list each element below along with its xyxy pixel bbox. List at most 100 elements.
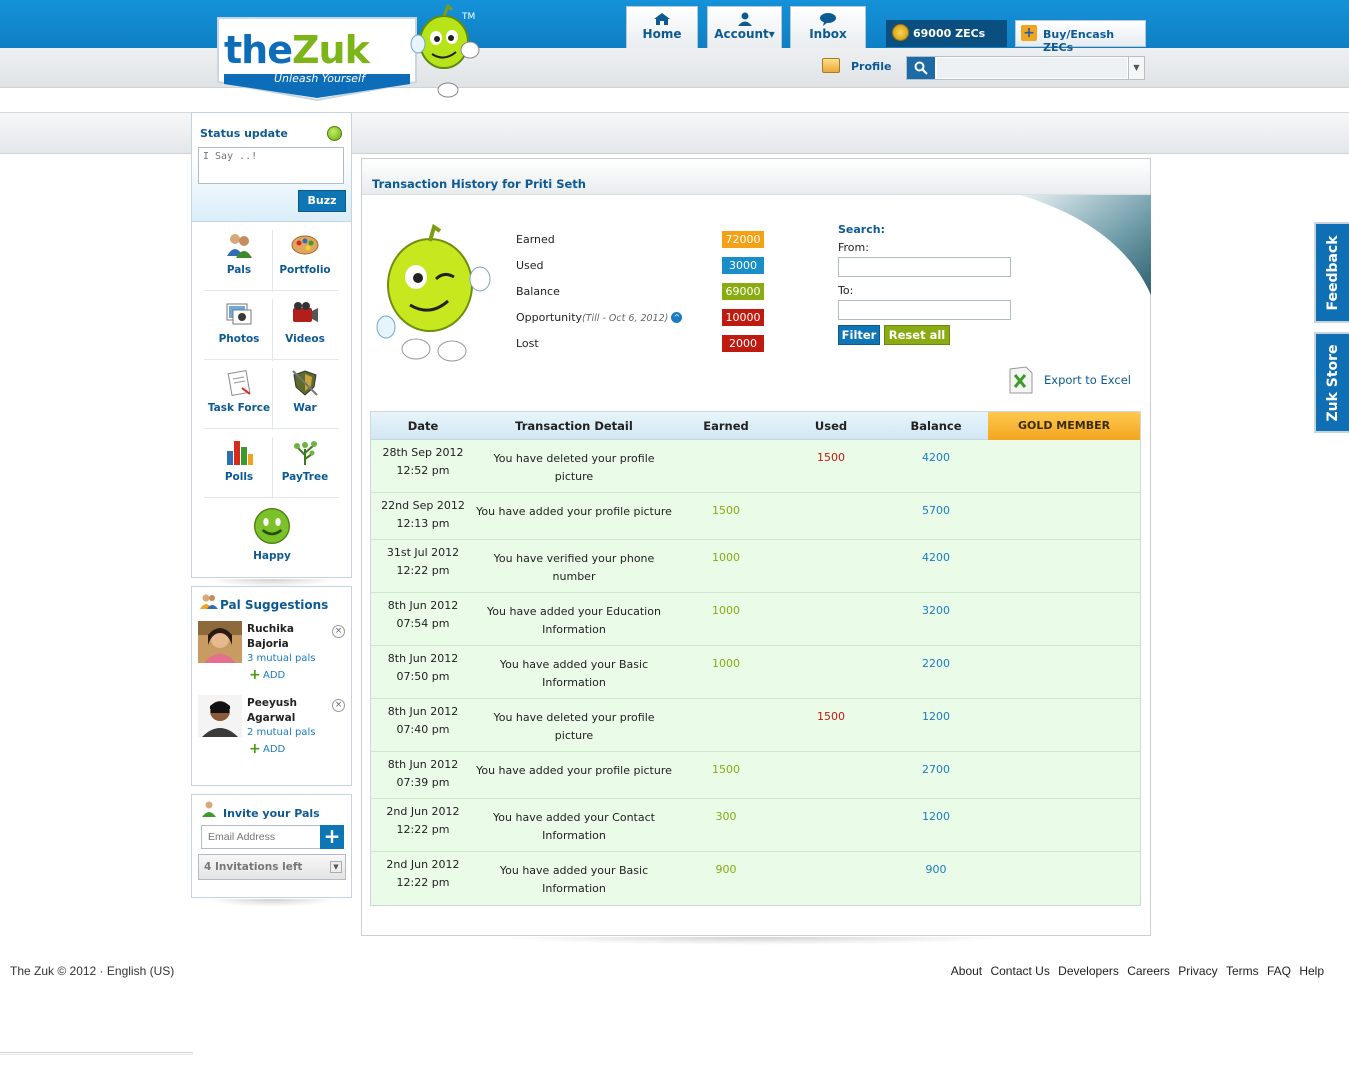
close-icon[interactable]: × bbox=[332, 625, 345, 638]
footer-link-about[interactable]: About bbox=[951, 964, 982, 978]
pal-name[interactable]: Ruchika Bajoria bbox=[247, 622, 327, 652]
chevron-down-icon[interactable]: ▼ bbox=[1128, 57, 1144, 79]
nav-account[interactable]: Account▾ bbox=[707, 6, 782, 48]
footer-links: About Contact Us Developers Careers Priv… bbox=[946, 964, 1324, 978]
table-row: 31st Jul 2012 12:22 pm You have verified … bbox=[371, 540, 1140, 593]
add-invite-button[interactable]: + bbox=[320, 825, 344, 849]
add-pal-button[interactable]: ADD bbox=[247, 667, 285, 683]
panel-shadow bbox=[206, 899, 337, 907]
invite-pals-panel: Invite your Pals + 4 Invitations left ▼ bbox=[191, 794, 352, 898]
mascot-icon bbox=[410, 4, 480, 98]
chevron-down-icon: ▼ bbox=[330, 861, 342, 873]
smiley-icon[interactable] bbox=[327, 126, 342, 141]
zuk-store-tab-label: Zuk Store bbox=[1324, 343, 1341, 422]
app-happy[interactable]: Happy bbox=[239, 502, 305, 568]
footer-link-faq[interactable]: FAQ bbox=[1267, 964, 1291, 978]
status-input[interactable] bbox=[198, 147, 344, 184]
footer-link-careers[interactable]: Careers bbox=[1127, 964, 1170, 978]
to-date-field[interactable] bbox=[838, 300, 1011, 320]
invitations-left-select[interactable]: 4 Invitations left ▼ bbox=[198, 854, 346, 880]
row-detail: You have added your profile picture bbox=[476, 505, 672, 518]
row-balance: 4200 bbox=[922, 551, 950, 564]
nav-inbox[interactable]: Inbox bbox=[790, 6, 866, 48]
row-balance: 1200 bbox=[922, 810, 950, 823]
feedback-tab[interactable]: Feedback bbox=[1314, 222, 1349, 323]
row-balance: 4200 bbox=[922, 451, 950, 464]
footer-link-developers[interactable]: Developers bbox=[1058, 964, 1119, 978]
export-to-excel-link[interactable]: Export to Excel bbox=[1008, 365, 1131, 395]
add-pal-button[interactable]: ADD bbox=[247, 741, 285, 757]
close-icon[interactable]: × bbox=[332, 699, 345, 712]
avatar[interactable] bbox=[198, 695, 242, 737]
footer-link-help[interactable]: Help bbox=[1299, 964, 1324, 978]
search-button[interactable] bbox=[907, 57, 935, 79]
divider bbox=[204, 497, 339, 498]
email-field[interactable] bbox=[201, 825, 321, 849]
footer-link-contact[interactable]: Contact Us bbox=[990, 964, 1049, 978]
buzz-button[interactable]: Buzz bbox=[298, 190, 346, 212]
buy-encash-button[interactable]: + Buy/Encash ZECs bbox=[1015, 20, 1146, 54]
nav-inbox-label: Inbox bbox=[809, 27, 847, 41]
app-war[interactable]: War bbox=[272, 360, 338, 422]
column-header-date: Date bbox=[407, 419, 439, 433]
pal-suggestion: Peeyush Agarwal 2 mutual pals ADD × bbox=[198, 695, 348, 765]
mutual-pals-link[interactable]: 3 mutual pals bbox=[247, 653, 315, 664]
avatar[interactable] bbox=[198, 621, 242, 663]
row-detail: You have added your Basic Information bbox=[499, 864, 649, 895]
search-input[interactable] bbox=[937, 58, 1127, 78]
row-detail: You have added your Basic Information bbox=[499, 658, 649, 689]
stat-earned-label: Earned bbox=[516, 233, 555, 246]
row-detail: You have deleted your profile picture bbox=[493, 452, 655, 483]
polls-icon bbox=[227, 441, 253, 465]
table-header: Date Transaction Detail Earned Used Bala… bbox=[371, 412, 1140, 440]
stat-lost-value: 2000 bbox=[722, 335, 764, 352]
zuk-store-tab[interactable]: Zuk Store bbox=[1314, 332, 1349, 433]
panel-header: Transaction History for Priti Seth bbox=[362, 159, 1150, 195]
app-photos[interactable]: Photos bbox=[206, 291, 272, 353]
excel-icon bbox=[1009, 366, 1033, 394]
paytree-icon bbox=[294, 441, 317, 465]
happy-icon bbox=[254, 508, 290, 544]
from-date-field[interactable] bbox=[838, 257, 1011, 277]
info-icon[interactable]: ^ bbox=[671, 312, 683, 323]
footer-link-privacy[interactable]: Privacy bbox=[1178, 964, 1217, 978]
row-date: 28th Sep 2012 12:52 pm bbox=[382, 446, 464, 477]
row-earned: 1000 bbox=[712, 657, 740, 670]
page-curl-decoration bbox=[1020, 195, 1151, 295]
pal-name[interactable]: Peeyush Agarwal bbox=[247, 696, 327, 726]
header-sub-band bbox=[0, 48, 1349, 88]
row-date: 2nd Jun 2012 12:22 pm bbox=[386, 805, 460, 836]
filter-button[interactable]: Filter bbox=[838, 325, 880, 345]
mascot-icon bbox=[376, 223, 491, 362]
reset-all-button[interactable]: Reset all bbox=[884, 325, 950, 345]
nav-home-label: Home bbox=[642, 27, 682, 41]
row-earned: 300 bbox=[715, 810, 737, 823]
stat-balance-value: 69000 bbox=[722, 283, 764, 300]
table-row: 8th Jun 2012 07:54 pm You have added your… bbox=[371, 593, 1140, 646]
invite-person-icon bbox=[202, 801, 216, 817]
invite-pals-title: Invite your Pals bbox=[223, 807, 320, 820]
mutual-pals-link[interactable]: 2 mutual pals bbox=[247, 727, 315, 738]
from-label: From: bbox=[838, 241, 869, 254]
app-videos[interactable]: Videos bbox=[272, 291, 338, 353]
row-detail: You have added your Education Information bbox=[487, 605, 661, 636]
profile-card-icon bbox=[822, 58, 840, 73]
app-task-force[interactable]: Task Force bbox=[206, 360, 272, 422]
feedback-tab-label: Feedback bbox=[1324, 234, 1341, 311]
row-balance: 3200 bbox=[922, 604, 950, 617]
app-portfolio-label: Portfolio bbox=[279, 264, 331, 276]
footer-link-terms[interactable]: Terms bbox=[1226, 964, 1259, 978]
stat-lost-label: Lost bbox=[516, 337, 539, 350]
app-photos-label: Photos bbox=[218, 333, 260, 345]
app-pals-label: Pals bbox=[226, 264, 252, 276]
app-paytree[interactable]: PayTree bbox=[272, 429, 338, 491]
app-pals[interactable]: Pals bbox=[206, 222, 272, 284]
site-logo[interactable]: theZuk Unleash Yourself bbox=[214, 14, 420, 102]
app-portfolio[interactable]: Portfolio bbox=[272, 222, 338, 284]
profile-link[interactable]: Profile bbox=[822, 58, 891, 73]
column-header-balance: Balance bbox=[910, 419, 962, 433]
nav-home[interactable]: Home bbox=[626, 6, 698, 48]
app-videos-label: Videos bbox=[285, 333, 325, 345]
row-earned: 1000 bbox=[712, 604, 740, 617]
app-polls[interactable]: Polls bbox=[206, 429, 272, 491]
